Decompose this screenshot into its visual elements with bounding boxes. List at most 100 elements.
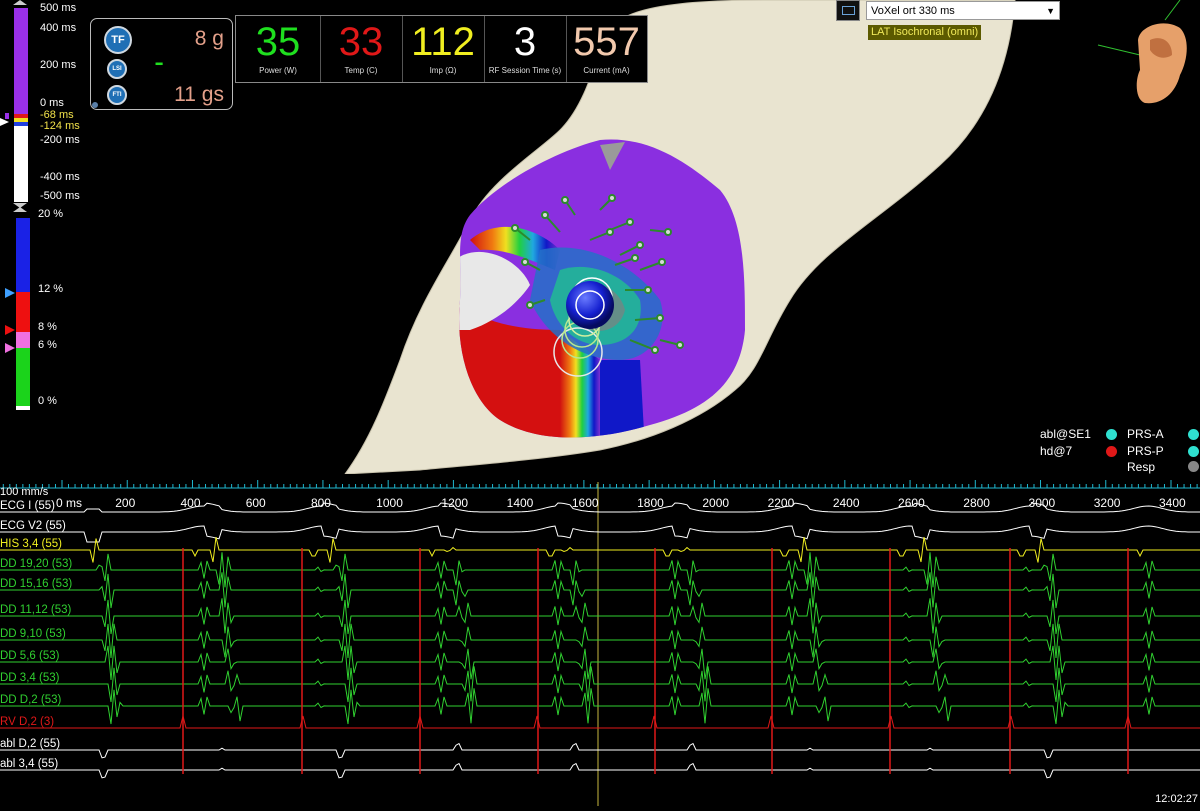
egm-trace [0, 715, 1200, 729]
volt-mid-marker[interactable] [5, 325, 15, 335]
window-icon [842, 6, 855, 15]
legend-hd-dot [1106, 446, 1117, 457]
legend-prsp-dot [1188, 446, 1199, 457]
egm-trace [0, 598, 1200, 635]
channel-label[interactable]: abl 3,4 (55) [0, 758, 58, 771]
catheter-tip[interactable] [566, 281, 614, 329]
session-time-label: RF Session Time (s) [488, 66, 562, 75]
power-value: 35 [255, 20, 301, 64]
tick-label: 3400 [1159, 496, 1186, 510]
lat-window-lower: -124 ms [40, 120, 80, 132]
tick-label: 3000 [1028, 496, 1056, 510]
legend-prsp-label: PRS-P [1127, 444, 1164, 458]
sweep-speed: 100 mm/s [0, 486, 49, 498]
volt-scale-lower [16, 348, 30, 406]
legend-prsa-label: PRS-A [1127, 427, 1164, 441]
lsi-indicator: ▪▪▪▪ [155, 59, 163, 70]
map-type-label: LAT Isochronal (omni) [868, 25, 982, 40]
volt-upper-marker[interactable] [5, 288, 15, 298]
tick-label: 2000 [702, 496, 730, 510]
map-select-dropdown[interactable]: VoXel ort 330 ms ▼ [866, 1, 1060, 20]
tick-label: 1400 [506, 496, 534, 510]
chevron-down-icon: ▼ [1046, 6, 1055, 16]
channel-label[interactable]: RV D,2 (3) [0, 716, 54, 729]
channel-label[interactable]: DD 19,20 (53) [0, 558, 72, 571]
status-dot [92, 102, 98, 108]
egm-trace [0, 525, 1200, 543]
lat-label-400: 400 ms [40, 22, 77, 34]
tick-label: 2600 [898, 496, 925, 510]
temp-label: Temp (C) [344, 66, 378, 75]
volt-label-8: 8 % [38, 321, 57, 333]
egm-trace [0, 688, 1200, 725]
lat-label-neg400: -400 ms [40, 171, 80, 183]
tick-label: 1200 [441, 496, 469, 510]
lat-scale-lower [14, 126, 28, 202]
clock: 12:02:27 [1155, 793, 1198, 805]
tick-label: 200 [115, 496, 136, 510]
fti-value: 11 gs [174, 83, 224, 106]
channel-label[interactable]: DD D,2 (53) [0, 694, 61, 707]
tick-label: 1800 [637, 496, 664, 510]
lat-label-0: 0 ms [40, 97, 64, 109]
egm-trace [0, 572, 1200, 609]
egm-trace [0, 536, 1200, 563]
current-value: 557 [573, 20, 640, 64]
egm-trace [0, 666, 1200, 703]
egm-trace [0, 623, 1200, 659]
rf-session-time: 3 RF Session Time (s) [484, 16, 567, 82]
fti-badge-icon: FTI [107, 85, 127, 105]
legend-resp-label: Resp [1127, 460, 1156, 474]
channel-label[interactable]: DD 9,10 (53) [0, 628, 66, 641]
channel-label[interactable]: DD 15,16 (53) [0, 578, 72, 591]
volt-label-12: 12 % [38, 283, 64, 295]
egm-trace-window[interactable] [0, 474, 1200, 806]
channel-label[interactable]: HIS 3,4 (55) [0, 538, 62, 551]
tick-label: 2800 [963, 496, 990, 510]
channel-label[interactable]: ECG V2 (55) [0, 520, 66, 533]
legend-prsa-dot [1188, 429, 1199, 440]
lsi-badge-icon: LSI [107, 59, 127, 79]
lat-label-neg200: -200 ms [40, 134, 80, 146]
legend-abl-label: abl@SE1 [1040, 427, 1091, 441]
tick-label: 2200 [767, 496, 795, 510]
lat-label-200: 200 ms [40, 59, 77, 71]
channel-label[interactable]: abl D,2 (55) [0, 738, 60, 751]
rf-power: 35 Power (W) [236, 16, 321, 82]
channel-label[interactable]: DD 3,4 (53) [0, 672, 59, 685]
egm-waveforms [0, 480, 1200, 806]
tick-label: 1600 [571, 496, 599, 510]
channel-label[interactable]: DD 11,12 (53) [0, 604, 71, 617]
volt-label-0: 0 % [38, 395, 57, 407]
egm-trace [0, 645, 1200, 681]
impedance-value: 112 [411, 20, 475, 64]
contact-force-panel: TF LSI FTI 8 g ▪▪▪▪ 11 gs [90, 18, 233, 110]
tf-badge-icon: TF [104, 26, 132, 54]
power-label: Power (W) [259, 66, 297, 75]
3d-map-view[interactable]: 500 ms 400 ms 200 ms 0 ms -68 ms -124 ms… [0, 0, 1200, 475]
tick-label: 800 [310, 496, 331, 510]
view-toggle-button[interactable] [836, 0, 860, 21]
egm-trace [0, 762, 1200, 779]
egm-trace [0, 552, 1200, 588]
volt-label-20: 20 % [38, 208, 64, 220]
lat-color-scale[interactable] [0, 0, 36, 412]
lat-label-500: 500 ms [40, 2, 77, 14]
channel-label[interactable]: DD 5,6 (53) [0, 650, 59, 663]
tick-label: 0 ms [56, 496, 83, 510]
volt-label-6: 6 % [38, 339, 57, 351]
legend-resp-dot [1188, 461, 1199, 472]
rf-current: 557 Current (mA) [566, 16, 647, 82]
tick-label: 3200 [1093, 496, 1121, 510]
rf-impedance: 112 Imp (Ω) [402, 16, 485, 82]
legend-abl-dot [1106, 429, 1117, 440]
force-value: 8 g [194, 27, 224, 50]
map-select-value: VoXel ort 330 ms [871, 5, 955, 17]
channel-label[interactable]: ECG I (55) [0, 500, 55, 513]
temp-value: 33 [338, 20, 384, 64]
egm-trace [0, 742, 1200, 759]
orientation-head-icon[interactable] [1097, 0, 1187, 104]
volt-lower-marker[interactable] [5, 343, 15, 353]
tick-label: 400 [180, 496, 201, 510]
legend-hd-label: hd@7 [1040, 444, 1073, 458]
